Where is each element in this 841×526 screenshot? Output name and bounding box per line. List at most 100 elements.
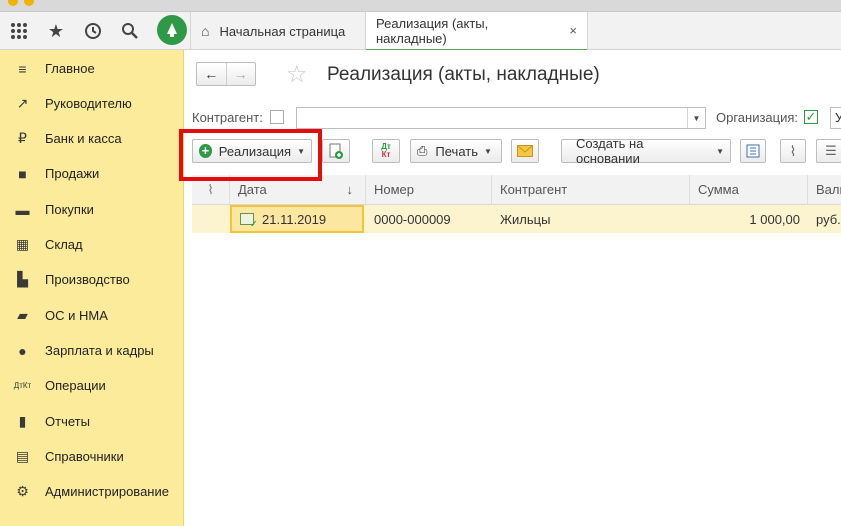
sidebar-item-label: Продажи <box>45 166 100 181</box>
counterparty-checkbox[interactable] <box>270 110 284 124</box>
structure-icon <box>746 144 760 158</box>
table-row[interactable]: 21.11.2019 0000-000009 Жильцы 1 000,00 р… <box>192 205 841 233</box>
forward-arrow-icon[interactable]: → <box>227 63 256 85</box>
sidebar-item-purchases[interactable]: ▬ Покупки <box>0 192 184 227</box>
print-button[interactable]: ⎙ Печать ▼ <box>410 139 502 163</box>
bar-chart-icon: ▮ <box>18 413 27 429</box>
cart-icon: ▬ <box>15 201 30 218</box>
organization-checkbox[interactable]: ✓ <box>804 110 818 124</box>
cell-date-text: 21.11.2019 <box>262 211 327 227</box>
sidebar-item-label: ОС и НМА <box>45 308 108 323</box>
counterparty-field[interactable]: ▼ <box>296 107 706 129</box>
sidebar-item-warehouse[interactable]: ▦ Склад <box>0 227 184 262</box>
sidebar-item-label: Покупки <box>45 202 94 217</box>
tab-sales[interactable]: Реализация (акты, накладные) × <box>366 12 588 51</box>
menu-icon: ≡ <box>18 60 27 77</box>
sidebar-item-label: Банк и касса <box>45 131 122 146</box>
sidebar-item-manager[interactable]: ↗ Руководителю <box>0 86 184 121</box>
sidebar-item-admin[interactable]: ⚙ Администрирование <box>0 474 184 509</box>
column-header-sum[interactable]: Сумма <box>690 175 808 205</box>
sidebar-item-label: Производство <box>45 272 130 287</box>
tab-label: Реализация (акты, накладные) <box>376 15 489 46</box>
dropdown-arrow-icon[interactable]: ▼ <box>687 108 705 128</box>
sidebar-item-label: Справочники <box>45 449 124 464</box>
favorite-star-icon[interactable]: ☆ <box>286 60 308 89</box>
home-icon: ⌂ <box>201 23 210 39</box>
printer-icon: ⎙ <box>417 143 428 158</box>
sidebar-item-reports[interactable]: ▮ Отчеты <box>0 404 184 439</box>
sort-down-icon: ↓ <box>346 182 354 197</box>
cell-currency: руб. <box>816 211 841 227</box>
create-based-on-label: Создать на основании <box>576 136 644 166</box>
books-icon: ▤ <box>15 448 30 464</box>
sidebar-item-production[interactable]: ▙ Производство <box>0 262 184 297</box>
paperclip-icon: ⌇ <box>207 181 214 197</box>
cell-counterparty: Жильцы <box>500 211 551 227</box>
column-label: Номер <box>374 182 415 197</box>
attach-file-button[interactable]: ⌇ <box>780 139 806 163</box>
sidebar-item-label: Отчеты <box>45 414 90 429</box>
counterparty-label: Контрагент: <box>192 110 263 125</box>
list-icon: ☰ <box>825 143 837 158</box>
sidebar-item-main[interactable]: ≡ Главное <box>0 51 184 86</box>
column-header-counterparty[interactable]: Контрагент <box>492 175 690 205</box>
sidebar-item-operations[interactable]: ДтКт Операции <box>0 368 184 403</box>
dropdown-arrow-icon: ▼ <box>484 146 492 156</box>
star-icon[interactable]: ★ <box>43 18 69 44</box>
shopping-bag-icon: ■ <box>18 165 27 182</box>
more-actions-button[interactable]: ☰ <box>816 139 841 163</box>
column-label: Контрагент <box>500 182 568 197</box>
page-title: Реализация (акты, накладные) <box>327 64 600 85</box>
cell-sum: 1 000,00 <box>749 211 800 227</box>
paperclip-icon: ⌇ <box>789 142 797 159</box>
sidebar-item-bank[interactable]: ₽ Банк и касса <box>0 121 184 156</box>
structure-button[interactable] <box>740 139 766 163</box>
truck-icon: ▰ <box>17 307 28 323</box>
sidebar-item-label: Главное <box>45 61 95 76</box>
dt-kt-icon: ДтКт <box>13 381 32 390</box>
factory-icon: ▙ <box>17 271 28 287</box>
sidebar-item-label: Зарплата и кадры <box>45 343 154 358</box>
sidebar-item-payroll[interactable]: ● Зарплата и кадры <box>0 333 184 368</box>
apps-grid-icon[interactable] <box>6 18 32 44</box>
column-label: Валю <box>816 182 841 197</box>
main-content: ← → ☆ Реализация (акты, накладные) Контр… <box>184 50 841 526</box>
print-label: Печать <box>435 143 478 159</box>
close-icon[interactable]: × <box>569 23 577 38</box>
create-based-on-button[interactable]: Создать на основании ▼ <box>561 136 731 166</box>
window-dot-icon <box>8 0 18 6</box>
send-email-button[interactable] <box>511 139 539 163</box>
column-header-currency[interactable]: Валю <box>808 175 841 205</box>
copy-document-button[interactable] <box>322 139 350 163</box>
bell-icon[interactable] <box>157 15 187 45</box>
column-label: Дата <box>238 182 267 197</box>
organization-value: У <box>835 110 841 125</box>
sidebar-item-label: Склад <box>45 237 83 252</box>
highlight-box <box>179 129 322 181</box>
column-header-number[interactable]: Номер <box>366 175 492 205</box>
chart-line-icon: ↗ <box>16 95 29 111</box>
cell-number: 0000-000009 <box>374 211 451 227</box>
sidebar-item-label: Операции <box>45 378 106 393</box>
ruble-coin-icon: ₽ <box>18 130 27 146</box>
organization-field[interactable]: У <box>830 107 841 129</box>
sidebar-item-directories[interactable]: ▤ Справочники <box>0 439 184 474</box>
sidebar-item-label: Администрирование <box>45 484 169 499</box>
search-icon[interactable] <box>117 18 143 44</box>
dropdown-arrow-icon: ▼ <box>716 146 724 156</box>
tab-label: Начальная страница <box>219 23 346 39</box>
sidebar-item-fixed-assets[interactable]: ▰ ОС и НМА <box>0 298 184 333</box>
organization-label: Организация: <box>716 110 799 125</box>
back-arrow-icon[interactable]: ← <box>197 63 227 85</box>
person-icon: ● <box>18 342 27 359</box>
gear-icon: ⚙ <box>16 483 29 499</box>
sidebar: ≡ Главное ↗ Руководителю ₽ Банк и касса ■ Пр… <box>0 50 184 526</box>
tab-home[interactable]: ⌂ Начальная страница <box>190 12 366 50</box>
nav-buttons: ← → <box>196 62 256 86</box>
dt-kt-icon: ДтКт <box>381 142 391 159</box>
dt-kt-button[interactable]: Дт Кт <box>372 139 400 163</box>
cell-date[interactable]: 21.11.2019 <box>230 205 364 233</box>
history-icon[interactable] <box>80 18 106 44</box>
sidebar-item-sales[interactable]: ■ Продажи <box>0 156 184 191</box>
posted-document-icon <box>240 213 258 230</box>
